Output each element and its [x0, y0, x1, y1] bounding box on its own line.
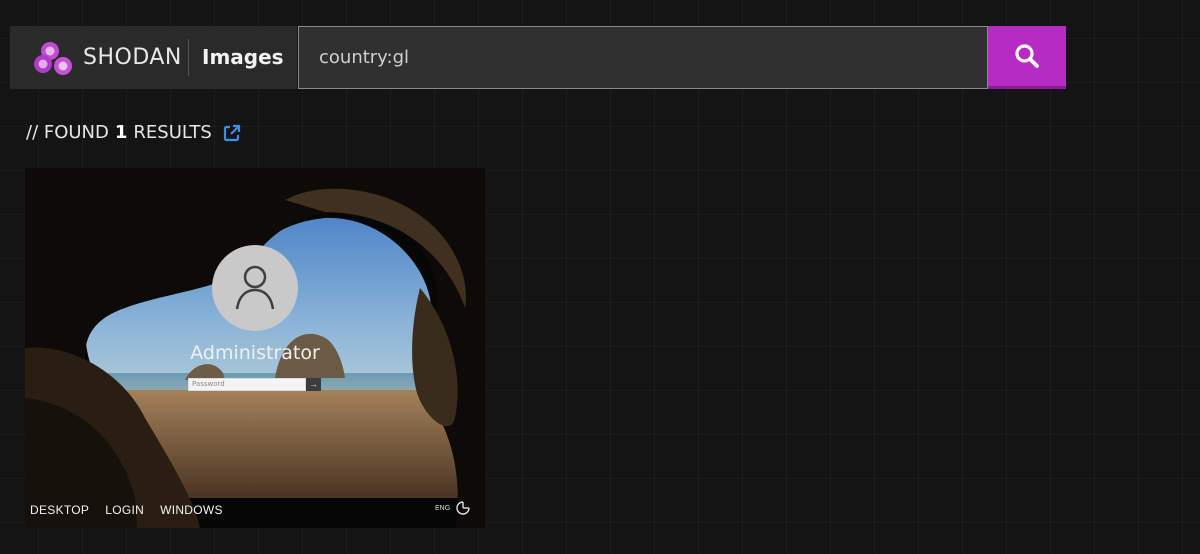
tag-desktop[interactable]: DESKTOP [30, 503, 89, 517]
user-avatar [212, 245, 298, 331]
results-prefix: // FOUND [26, 122, 109, 143]
tag-login[interactable]: LOGIN [105, 503, 144, 517]
results-count: 1 [114, 122, 128, 143]
divider [188, 39, 189, 76]
external-link-icon[interactable] [222, 123, 242, 143]
search-button[interactable] [988, 26, 1066, 89]
top-bar: SHODAN Images [10, 26, 1066, 89]
search-input[interactable] [298, 26, 988, 89]
tag-windows[interactable]: WINDOWS [160, 503, 223, 517]
brand[interactable]: SHODAN Images [10, 26, 297, 89]
password-field: Password [188, 378, 306, 391]
logo-text: SHODAN [83, 45, 182, 70]
result-image-card[interactable]: Administrator Password → DESKTOP LOGIN W… [25, 168, 485, 528]
results-suffix: RESULTS [133, 122, 212, 143]
language-indicator: ENG [435, 505, 451, 512]
section-title[interactable]: Images [202, 45, 284, 69]
results-heading: // FOUND 1 RESULTS [26, 122, 242, 143]
tag-list: DESKTOP LOGIN WINDOWS [30, 503, 223, 517]
shodan-logo-icon [34, 42, 72, 75]
search-icon [1015, 44, 1039, 68]
username-label: Administrator [190, 342, 320, 364]
submit-arrow-icon: → [306, 378, 321, 391]
ease-of-access-icon [456, 501, 470, 515]
user-icon [235, 265, 275, 310]
